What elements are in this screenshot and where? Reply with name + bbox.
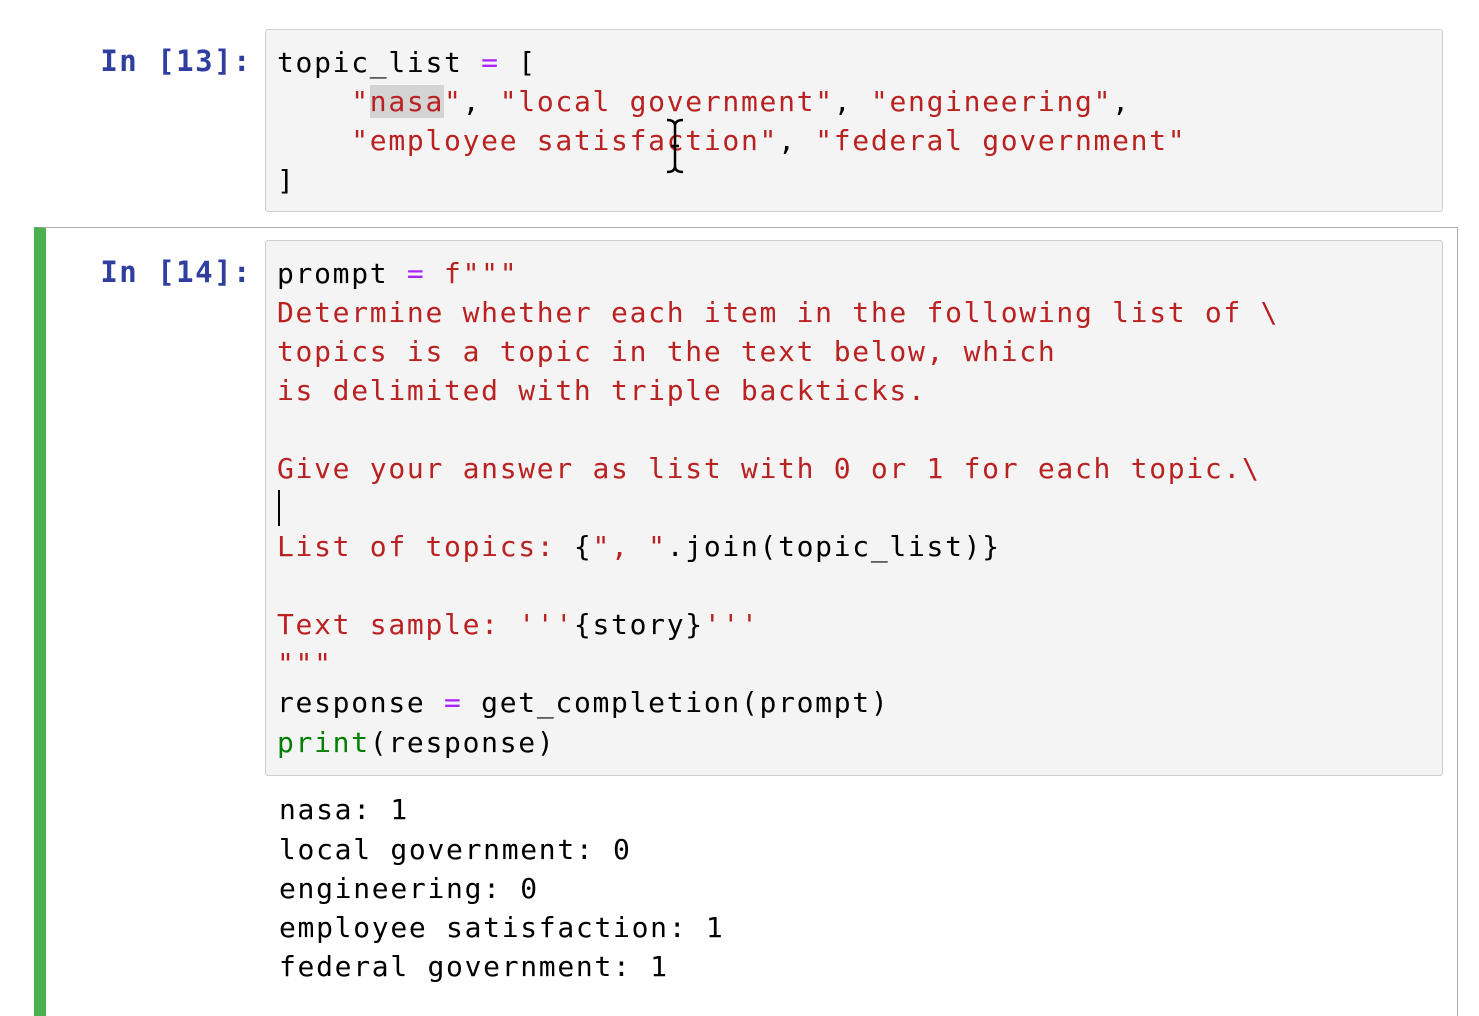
cell-14-prompt: In [14]: bbox=[100, 255, 252, 289]
code-token: , bbox=[462, 85, 500, 118]
code-token: "employee satisfaction" bbox=[351, 124, 779, 157]
code-token: .join(topic_list)} bbox=[666, 530, 1001, 563]
code-token: " bbox=[444, 85, 463, 118]
code-line: List of topics: {", ".join(topic_list)} bbox=[277, 529, 1001, 565]
code-token: "local government" bbox=[499, 85, 834, 118]
code-line: print(response) bbox=[277, 725, 555, 761]
code-token: "federal government" bbox=[815, 124, 1187, 157]
code-token: = bbox=[444, 686, 463, 719]
code-token: " bbox=[351, 85, 370, 118]
code-line: ] bbox=[277, 163, 296, 199]
output-line: engineering: 0 bbox=[279, 872, 539, 905]
cell-13-prompt: In [13]: bbox=[100, 44, 252, 78]
code-line: "employee satisfaction", "federal govern… bbox=[277, 123, 1186, 159]
code-token: "engineering" bbox=[870, 85, 1113, 118]
code-line: """ bbox=[277, 647, 333, 680]
code-token: ''' bbox=[703, 608, 760, 641]
code-line: Text sample: '''{story}''' bbox=[277, 607, 760, 643]
code-token: topic_list bbox=[277, 46, 482, 79]
code-token: prompt bbox=[277, 257, 407, 290]
code-token: ] bbox=[277, 164, 296, 197]
code-token: = bbox=[406, 257, 426, 290]
code-line: topics is a topic in the text below, whi… bbox=[277, 335, 1057, 368]
code-token: [ bbox=[499, 46, 537, 79]
ibeam-cursor-icon bbox=[666, 118, 684, 174]
code-token: = bbox=[481, 46, 500, 79]
code-line: "nasa", "local government", "engineering… bbox=[277, 84, 1131, 120]
code-token: { bbox=[573, 530, 593, 563]
output-line: local government: 0 bbox=[279, 833, 632, 866]
code-line: topic_list = [ bbox=[277, 45, 537, 81]
code-token: List of topics: bbox=[277, 530, 574, 563]
code-line: prompt = f""" bbox=[277, 256, 518, 292]
code-token: get_completion(prompt) bbox=[462, 686, 890, 719]
output-line: federal government: 1 bbox=[279, 950, 669, 983]
output-line: nasa: 1 bbox=[279, 793, 409, 826]
code-line: is delimited with triple backticks. bbox=[277, 374, 927, 407]
code-token: (response) bbox=[369, 726, 556, 759]
code-line: response = get_completion(prompt) bbox=[277, 685, 889, 721]
text-caret bbox=[278, 490, 280, 526]
output-line: employee satisfaction: 1 bbox=[279, 911, 725, 944]
code-token: Text sample: ''' bbox=[277, 608, 574, 641]
code-token: , bbox=[1112, 85, 1131, 118]
code-token: , bbox=[778, 124, 816, 157]
code-line: Give your answer as list with 0 or 1 for… bbox=[277, 452, 1261, 485]
code-token: response bbox=[277, 686, 445, 719]
code-token: print bbox=[277, 726, 370, 759]
code-token: {story} bbox=[573, 608, 704, 641]
highlighted-match: nasa bbox=[369, 85, 445, 118]
code-token: ", " bbox=[592, 530, 667, 563]
code-token: f""" bbox=[444, 257, 519, 290]
code-token: , bbox=[833, 85, 871, 118]
code-line: Determine whether each item in the follo… bbox=[277, 296, 1280, 329]
